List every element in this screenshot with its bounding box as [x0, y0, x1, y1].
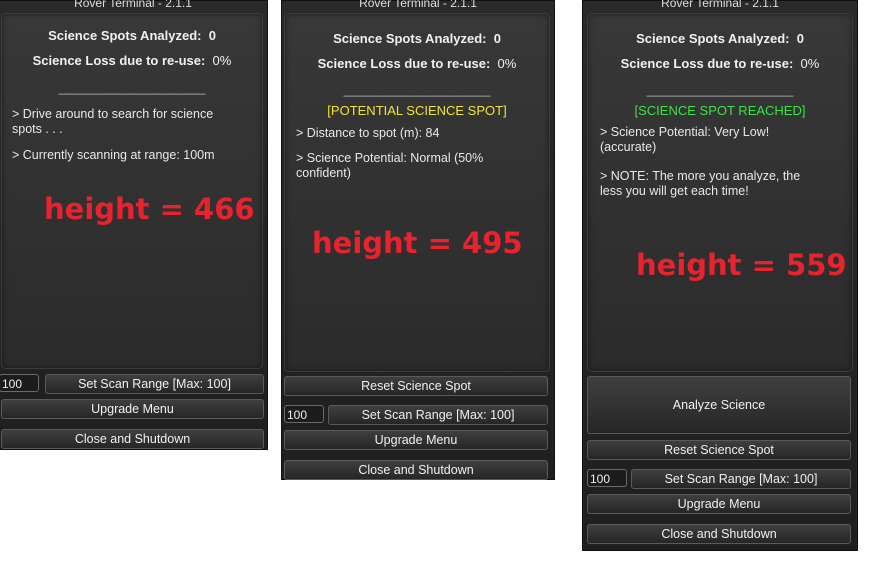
spots-analyzed-label: Science Spots Analyzed: — [333, 31, 487, 46]
spots-analyzed-row: Science Spots Analyzed: 0 — [588, 31, 852, 46]
science-loss-row: Science Loss due to re-use: 0% — [285, 56, 549, 71]
science-loss-value: 0% — [497, 56, 517, 71]
status-potential-spot: [POTENTIAL SCIENCE SPOT] — [327, 103, 507, 118]
terminal-panel: Science Spots Analyzed: 0 Science Loss d… — [284, 13, 550, 372]
terminal-message: > Distance to spot (m): 84 — [296, 126, 440, 140]
terminal-panel: Science Spots Analyzed: 0 Science Loss d… — [587, 13, 853, 372]
spots-analyzed-value: 0 — [796, 31, 804, 46]
window-title: Rover Terminal - 2.1.1 — [661, 0, 779, 10]
spots-analyzed-value: 0 — [493, 31, 501, 46]
science-loss-label: Science Loss due to re-use: — [32, 53, 206, 68]
science-loss-row: Science Loss due to re-use: 0% — [2, 53, 262, 68]
set-scan-range-button[interactable]: Set Scan Range [Max: 100] — [328, 405, 548, 425]
set-scan-range-button[interactable]: Set Scan Range [Max: 100] — [631, 469, 851, 489]
science-loss-value: 0% — [800, 56, 820, 71]
reset-science-spot-button[interactable]: Reset Science Spot — [284, 376, 548, 396]
scan-range-input[interactable]: 100 — [0, 374, 39, 392]
spots-analyzed-row: Science Spots Analyzed: 0 — [2, 28, 262, 43]
spots-analyzed-label: Science Spots Analyzed: — [636, 31, 790, 46]
divider-line: ______________________ — [343, 83, 491, 97]
close-shutdown-button[interactable]: Close and Shutdown — [1, 429, 264, 449]
spots-analyzed-value: 0 — [208, 28, 216, 43]
upgrade-menu-button[interactable]: Upgrade Menu — [284, 430, 548, 450]
terminal-message: > Drive around to search for science spo… — [12, 107, 214, 136]
science-loss-value: 0% — [212, 53, 232, 68]
height-annotation: height = 466 — [44, 192, 255, 226]
rover-terminal-window-2: Rover Terminal - 2.1.1 Science Spots Ana… — [281, 0, 555, 480]
scan-range-input[interactable]: 100 — [284, 405, 324, 423]
rover-terminal-window-3: Rover Terminal - 2.1.1 Science Spots Ana… — [582, 0, 858, 551]
terminal-message: > Currently scanning at range: 100m — [12, 148, 215, 162]
terminal-message: > NOTE: The more you analyze, the less y… — [600, 169, 801, 198]
science-loss-label: Science Loss due to re-use: — [317, 56, 491, 71]
upgrade-menu-button[interactable]: Upgrade Menu — [587, 494, 851, 514]
divider-line: ______________________ — [646, 83, 794, 97]
science-loss-row: Science Loss due to re-use: 0% — [588, 56, 852, 71]
terminal-message: > Science Potential: Very Low! (accurate… — [600, 125, 770, 154]
upgrade-menu-button[interactable]: Upgrade Menu — [1, 399, 264, 419]
set-scan-range-button[interactable]: Set Scan Range [Max: 100] — [45, 374, 264, 394]
height-annotation: height = 495 — [312, 226, 523, 260]
analyze-science-button[interactable]: Analyze Science — [587, 376, 851, 434]
scan-range-input[interactable]: 100 — [587, 469, 627, 487]
terminal-message: > Science Potential: Normal (50% confide… — [296, 151, 484, 180]
reset-science-spot-button[interactable]: Reset Science Spot — [587, 440, 851, 460]
window-title: Rover Terminal - 2.1.1 — [359, 0, 477, 10]
close-shutdown-button[interactable]: Close and Shutdown — [284, 460, 548, 480]
spots-analyzed-row: Science Spots Analyzed: 0 — [285, 31, 549, 46]
divider-line: ______________________ — [58, 81, 206, 95]
close-shutdown-button[interactable]: Close and Shutdown — [587, 524, 851, 544]
science-loss-label: Science Loss due to re-use: — [620, 56, 794, 71]
status-spot-reached: [SCIENCE SPOT REACHED] — [634, 103, 806, 118]
terminal-panel: Science Spots Analyzed: 0 Science Loss d… — [1, 13, 263, 369]
spots-analyzed-label: Science Spots Analyzed: — [48, 28, 202, 43]
rover-terminal-window-1: Rover Terminal - 2.1.1 Science Spots Ana… — [0, 0, 268, 450]
height-annotation: height = 559 — [636, 248, 847, 282]
window-title: Rover Terminal - 2.1.1 — [74, 0, 192, 10]
